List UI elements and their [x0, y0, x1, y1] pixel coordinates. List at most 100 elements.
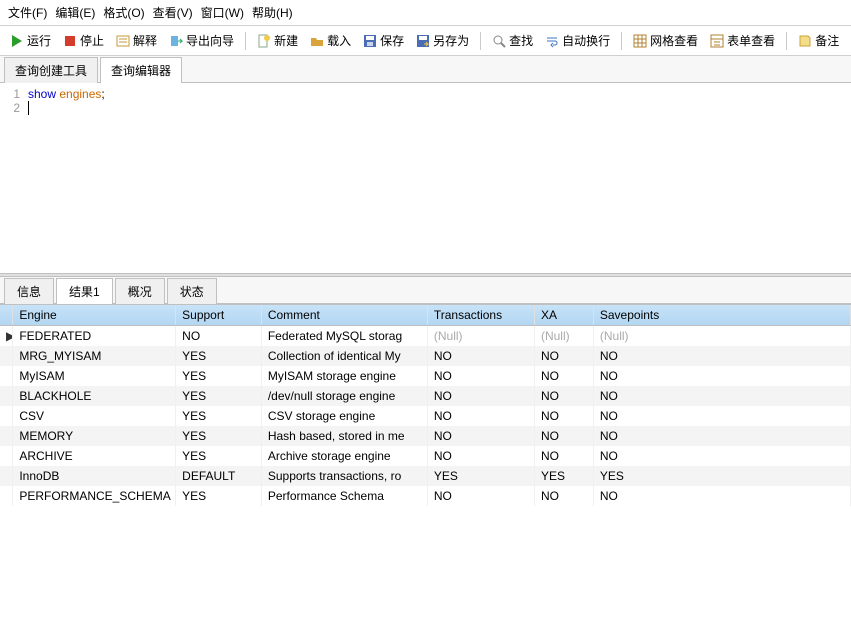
cell[interactable]: MyISAM — [13, 366, 176, 386]
table-row[interactable]: CSVYESCSV storage engineNONONO — [0, 406, 851, 426]
cell[interactable]: YES — [593, 466, 850, 486]
cell[interactable]: Hash based, stored in me — [261, 426, 427, 446]
export-wizard-button[interactable]: 导出向导 — [165, 30, 238, 51]
cell[interactable]: Collection of identical My — [261, 346, 427, 366]
menu-window[interactable]: 窗口(W) — [201, 4, 244, 21]
menu-edit[interactable]: 编辑(E) — [55, 4, 95, 21]
cell[interactable]: NO — [534, 406, 593, 426]
cell[interactable]: NO — [593, 426, 850, 446]
cell[interactable]: CSV — [13, 406, 176, 426]
cell[interactable]: InnoDB — [13, 466, 176, 486]
cell[interactable]: Performance Schema — [261, 486, 427, 506]
table-row[interactable]: PERFORMANCE_SCHEMAYESPerformance SchemaN… — [0, 486, 851, 506]
column-header[interactable]: Engine — [13, 305, 176, 326]
load-button[interactable]: 载入 — [306, 30, 355, 51]
new-button[interactable]: 新建 — [253, 30, 302, 51]
cell[interactable]: YES — [176, 346, 262, 366]
cell[interactable]: NO — [593, 486, 850, 506]
cell[interactable]: NO — [534, 346, 593, 366]
cell[interactable]: CSV storage engine — [261, 406, 427, 426]
saveas-button[interactable]: 另存为 — [412, 30, 473, 51]
cell[interactable]: NO — [427, 446, 534, 466]
cell[interactable]: NO — [427, 486, 534, 506]
cell[interactable]: Supports transactions, ro — [261, 466, 427, 486]
cell[interactable]: PERFORMANCE_SCHEMA — [13, 486, 176, 506]
cell[interactable]: (Null) — [534, 326, 593, 347]
tab-info[interactable]: 信息 — [4, 278, 54, 304]
cell[interactable]: YES — [176, 426, 262, 446]
cell[interactable]: YES — [176, 486, 262, 506]
menu-view[interactable]: 查看(V) — [153, 4, 193, 21]
cell[interactable]: YES — [534, 466, 593, 486]
cell[interactable]: NO — [593, 446, 850, 466]
cell[interactable]: NO — [427, 426, 534, 446]
cell[interactable]: ARCHIVE — [13, 446, 176, 466]
cell[interactable]: NO — [534, 486, 593, 506]
cell[interactable]: (Null) — [427, 326, 534, 347]
run-button[interactable]: 运行 — [6, 30, 55, 51]
gridview-button[interactable]: 网格查看 — [629, 30, 702, 51]
cell[interactable]: NO — [534, 366, 593, 386]
cell[interactable]: NO — [534, 446, 593, 466]
cell[interactable]: DEFAULT — [176, 466, 262, 486]
cell[interactable]: NO — [534, 426, 593, 446]
find-button[interactable]: 查找 — [488, 30, 537, 51]
column-header[interactable]: Comment — [261, 305, 427, 326]
table-row[interactable]: ARCHIVEYESArchive storage engineNONONO — [0, 446, 851, 466]
code-line[interactable] — [28, 101, 29, 115]
note-button[interactable]: 备注 — [794, 30, 843, 51]
formview-button[interactable]: 表单查看 — [706, 30, 779, 51]
code-line[interactable]: show engines; — [28, 87, 105, 101]
cell[interactable]: MyISAM storage engine — [261, 366, 427, 386]
cell[interactable]: YES — [176, 366, 262, 386]
cell[interactable]: Archive storage engine — [261, 446, 427, 466]
rowmark-header — [0, 305, 13, 326]
table-row[interactable]: BLACKHOLEYES/dev/null storage engineNONO… — [0, 386, 851, 406]
cell[interactable]: NO — [427, 346, 534, 366]
menu-file[interactable]: 文件(F) — [8, 4, 47, 21]
table-row[interactable]: InnoDBDEFAULTSupports transactions, roYE… — [0, 466, 851, 486]
cell[interactable]: NO — [427, 386, 534, 406]
cell[interactable]: NO — [593, 406, 850, 426]
column-header[interactable]: Savepoints — [593, 305, 850, 326]
cell[interactable]: Federated MySQL storag — [261, 326, 427, 347]
save-button[interactable]: 保存 — [359, 30, 408, 51]
cell[interactable]: YES — [176, 406, 262, 426]
table-row[interactable]: MyISAMYESMyISAM storage engineNONONO — [0, 366, 851, 386]
cell[interactable]: /dev/null storage engine — [261, 386, 427, 406]
wrap-button[interactable]: 自动换行 — [541, 30, 614, 51]
tab-query-builder[interactable]: 查询创建工具 — [4, 57, 98, 83]
column-header[interactable]: Support — [176, 305, 262, 326]
table-row[interactable]: MRG_MYISAMYESCollection of identical MyN… — [0, 346, 851, 366]
cell[interactable]: YES — [427, 466, 534, 486]
cell[interactable]: YES — [176, 446, 262, 466]
cell[interactable]: YES — [176, 386, 262, 406]
column-header[interactable]: Transactions — [427, 305, 534, 326]
menu-help[interactable]: 帮助(H) — [252, 4, 293, 21]
table-row[interactable]: MEMORYYESHash based, stored in meNONONO — [0, 426, 851, 446]
stop-button[interactable]: 停止 — [59, 30, 108, 51]
tab-status[interactable]: 状态 — [167, 278, 217, 304]
sql-editor[interactable]: 1show engines;2 — [0, 83, 851, 273]
cell[interactable]: NO — [593, 366, 850, 386]
cell[interactable]: BLACKHOLE — [13, 386, 176, 406]
menu-format[interactable]: 格式(O) — [103, 4, 144, 21]
cell[interactable]: NO — [534, 386, 593, 406]
cell[interactable]: NO — [593, 386, 850, 406]
cell[interactable]: NO — [176, 326, 262, 347]
cell[interactable]: MRG_MYISAM — [13, 346, 176, 366]
cell[interactable]: NO — [427, 366, 534, 386]
tab-query-editor[interactable]: 查询编辑器 — [100, 57, 182, 83]
tab-profile[interactable]: 概况 — [115, 278, 165, 304]
cell[interactable]: FEDERATED — [13, 326, 176, 347]
cell[interactable]: MEMORY — [13, 426, 176, 446]
cell[interactable]: (Null) — [593, 326, 850, 347]
cell[interactable]: NO — [593, 346, 850, 366]
tab-result1[interactable]: 结果1 — [56, 278, 113, 304]
cell[interactable]: NO — [427, 406, 534, 426]
table-row[interactable]: ▶FEDERATEDNOFederated MySQL storag(Null)… — [0, 326, 851, 347]
column-header[interactable]: XA — [534, 305, 593, 326]
new-icon — [257, 34, 271, 48]
explain-button[interactable]: 解释 — [112, 30, 161, 51]
result-grid[interactable]: EngineSupportCommentTransactionsXASavepo… — [0, 304, 851, 594]
